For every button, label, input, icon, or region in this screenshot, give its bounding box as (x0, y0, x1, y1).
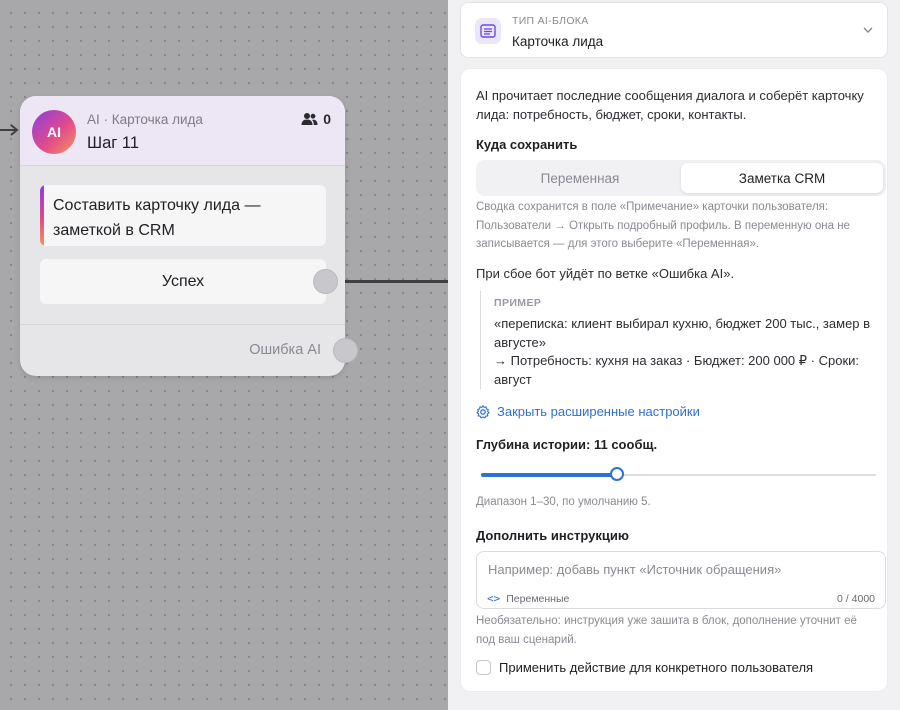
extra-instruction-placeholder: Например: добавь пункт «Источник обращен… (488, 562, 782, 577)
flow-canvas[interactable]: AI AI · Карточка лида Шаг 11 0 Составить… (0, 0, 448, 710)
success-connector (340, 280, 448, 283)
code-icon: <> (487, 592, 501, 605)
ai-avatar: AI (32, 110, 76, 154)
node-divider (20, 324, 345, 325)
type-value: Карточка лида (512, 34, 604, 49)
success-branch[interactable]: Успех (40, 259, 326, 304)
ai-block-type-select[interactable]: ТИП AI-БЛОКА Карточка лида (460, 2, 888, 58)
advanced-link-label: Закрыть расширенные настройки (497, 404, 700, 419)
fallback-text: При сбое бот уйдёт по ветке «Ошибка AI». (476, 266, 735, 281)
node-users-counter[interactable]: 0 (301, 111, 331, 127)
insert-variables-button[interactable]: <> Переменные (487, 592, 569, 605)
node-kind: AI · Карточка лида (87, 112, 203, 127)
settings-card: AI прочитает последние сообщения диалога… (460, 68, 888, 692)
save-heading: Куда сохранить (476, 137, 578, 152)
task-line-1: Составить карточку лида — (53, 197, 261, 214)
history-depth-slider[interactable] (481, 467, 876, 483)
node-title: Шаг 11 (87, 134, 140, 152)
task-line-2: заметкой в CRM (53, 222, 175, 239)
slider-thumb[interactable] (610, 467, 625, 481)
extra-instruction-input[interactable]: Например: добавь пункт «Источник обращен… (476, 551, 886, 609)
apply-user-row[interactable]: Применить действие для конкретного польз… (476, 660, 813, 675)
incoming-arrow (0, 124, 19, 136)
extra-instruction-heading: Дополнить инструкцию (476, 528, 629, 543)
save-target-toggle[interactable]: Переменная Заметка CRM (476, 160, 886, 196)
example-line-1: «переписка: клиент выбирал кухню, бюджет… (494, 316, 871, 350)
variables-label: Переменные (506, 592, 570, 605)
save-option-variable[interactable]: Переменная (479, 163, 681, 193)
save-option-crm-note[interactable]: Заметка CRM (681, 163, 883, 193)
depth-hint: Диапазон 1–30, по умолчанию 5. (476, 496, 651, 508)
slider-fill (481, 473, 618, 477)
example-body: «переписка: клиент выбирал кухню, бюджет… (494, 315, 875, 389)
apply-user-label: Применить действие для конкретного польз… (499, 660, 814, 675)
users-icon (301, 113, 318, 125)
example-block: ПРИМЕР «переписка: клиент выбирал кухню,… (480, 291, 875, 389)
list-icon (475, 18, 501, 44)
gear-icon (476, 404, 490, 418)
char-counter: 0 / 4000 (837, 593, 875, 605)
extra-instruction-hint: Необязательно: инструкция уже зашита в б… (476, 615, 857, 646)
settings-panel: ТИП AI-БЛОКА Карточка лида AI прочитает … (448, 0, 900, 710)
users-count: 0 (323, 111, 331, 127)
flow-node-step[interactable]: AI AI · Карточка лида Шаг 11 0 Составить… (20, 96, 358, 376)
type-label: ТИП AI-БЛОКА (512, 15, 589, 27)
save-hint: Сводка сохранится в поле «Примечание» ка… (476, 201, 850, 250)
node-task-text: Составить карточку лида — заметкой в CRM (40, 185, 326, 246)
apply-user-checkbox[interactable] (476, 660, 491, 675)
error-branch-label: Ошибка AI (249, 342, 321, 358)
chevron-down-icon[interactable] (863, 25, 873, 35)
error-port[interactable] (333, 338, 358, 363)
depth-heading: Глубина истории: 11 сообщ. (476, 437, 658, 452)
success-port[interactable] (313, 269, 338, 294)
example-label: ПРИМЕР (494, 297, 542, 309)
example-line-2: → Потребность: кухня на заказ · Бюджет: … (494, 353, 860, 387)
node-header: AI AI · Карточка лида Шаг 11 0 (20, 96, 345, 166)
advanced-settings-link[interactable]: Закрыть расширенные настройки (476, 404, 700, 419)
block-description: AI прочитает последние сообщения диалога… (476, 88, 864, 122)
